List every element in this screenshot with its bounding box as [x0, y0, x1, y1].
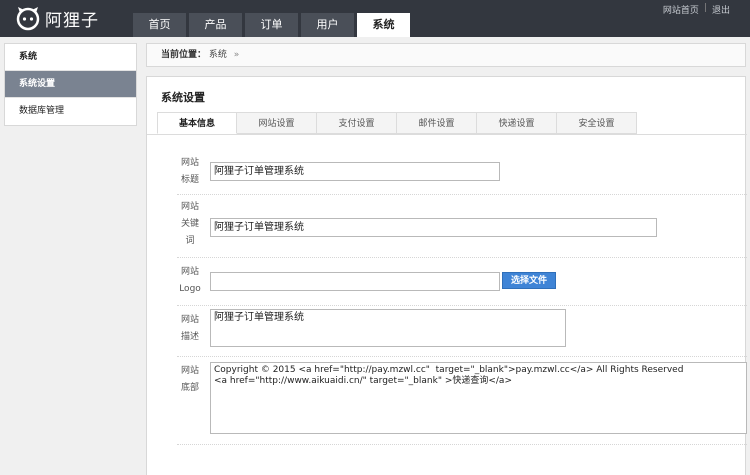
form-row-footer: 网站 底部 Copyright © 2015 <a href="http://p…	[177, 358, 747, 445]
tab-email-settings[interactable]: 邮件设置	[397, 112, 477, 134]
label-line: 关键	[180, 219, 199, 229]
breadcrumb-label: 当前位置：	[161, 50, 207, 60]
settings-panel: 系统设置 基本信息 网站设置 支付设置 邮件设置 快递设置 安全设置 网站 标题…	[146, 76, 747, 475]
form-row-description: 网站 描述 阿狸子订单管理系统	[177, 307, 747, 357]
site-title-label: 网站 标题	[177, 155, 203, 189]
nav-orders[interactable]: 订单	[245, 13, 298, 37]
site-home-link[interactable]: 网站首页	[663, 3, 699, 16]
label-line: 网站	[180, 366, 199, 376]
top-header: 阿狸子 首页 产品 订单 用户 系统 网站首页 | 退出	[0, 0, 750, 37]
page-title: 系统设置	[161, 91, 205, 104]
description-label: 网站 描述	[177, 312, 203, 346]
logout-link[interactable]: 退出	[712, 3, 730, 16]
form-row-logo: 网站 Logo 选择文件	[177, 259, 747, 306]
label-line: 词	[185, 236, 195, 246]
top-links-separator: |	[703, 3, 707, 13]
sidebar-item-system-settings[interactable]: 系统设置	[5, 71, 136, 98]
fox-logo-icon	[15, 5, 41, 31]
sidebar-item-database[interactable]: 数据库管理	[5, 98, 136, 125]
logo[interactable]: 阿狸子	[15, 5, 99, 31]
tab-payment-settings[interactable]: 支付设置	[317, 112, 397, 134]
label-line: 网站	[180, 158, 199, 168]
label-line: 底部	[180, 383, 199, 393]
footer-label: 网站 底部	[177, 363, 203, 397]
tab-basic-info[interactable]: 基本信息	[157, 112, 237, 134]
label-line: 描述	[180, 332, 199, 342]
settings-tabs: 基本信息 网站设置 支付设置 邮件设置 快递设置 安全设置	[157, 112, 637, 134]
sidebar: 系统 系统设置 数据库管理	[4, 43, 137, 126]
top-links: 网站首页 | 退出	[663, 3, 730, 16]
keywords-input[interactable]: 阿狸子订单管理系统	[210, 218, 657, 237]
sidebar-heading-system: 系统	[5, 44, 136, 71]
label-line: 网站	[180, 267, 199, 277]
main-nav: 首页 产品 订单 用户 系统	[133, 13, 413, 37]
logo-file-input[interactable]	[210, 272, 500, 291]
nav-users[interactable]: 用户	[301, 13, 354, 37]
label-line: 标题	[180, 175, 199, 185]
breadcrumb-current[interactable]: 系统	[209, 50, 227, 60]
label-line: Logo	[179, 284, 201, 294]
tab-site-settings[interactable]: 网站设置	[237, 112, 317, 134]
tab-express-settings[interactable]: 快递设置	[477, 112, 557, 134]
footer-textarea[interactable]: Copyright © 2015 <a href="http://pay.mzw…	[210, 362, 747, 434]
tab-security-settings[interactable]: 安全设置	[557, 112, 637, 134]
form-row-site-title: 网站 标题 阿狸子订单管理系统	[177, 152, 747, 195]
description-textarea[interactable]: 阿狸子订单管理系统	[210, 309, 566, 347]
logo-text: 阿狸子	[45, 10, 99, 31]
form-row-keywords: 网站 关键 词 阿狸子订单管理系统	[177, 196, 747, 258]
label-line: 网站	[180, 315, 199, 325]
choose-file-button[interactable]: 选择文件	[502, 272, 556, 289]
breadcrumb: 当前位置： 系统 »	[146, 43, 746, 67]
nav-products[interactable]: 产品	[189, 13, 242, 37]
breadcrumb-arrow: »	[233, 50, 240, 60]
tabs-divider	[147, 134, 747, 135]
site-title-input[interactable]: 阿狸子订单管理系统	[210, 162, 500, 181]
keywords-label: 网站 关键 词	[177, 199, 203, 250]
nav-system[interactable]: 系统	[357, 13, 410, 37]
label-line: 网站	[180, 202, 199, 212]
logo-label: 网站 Logo	[177, 264, 203, 298]
nav-home[interactable]: 首页	[133, 13, 186, 37]
